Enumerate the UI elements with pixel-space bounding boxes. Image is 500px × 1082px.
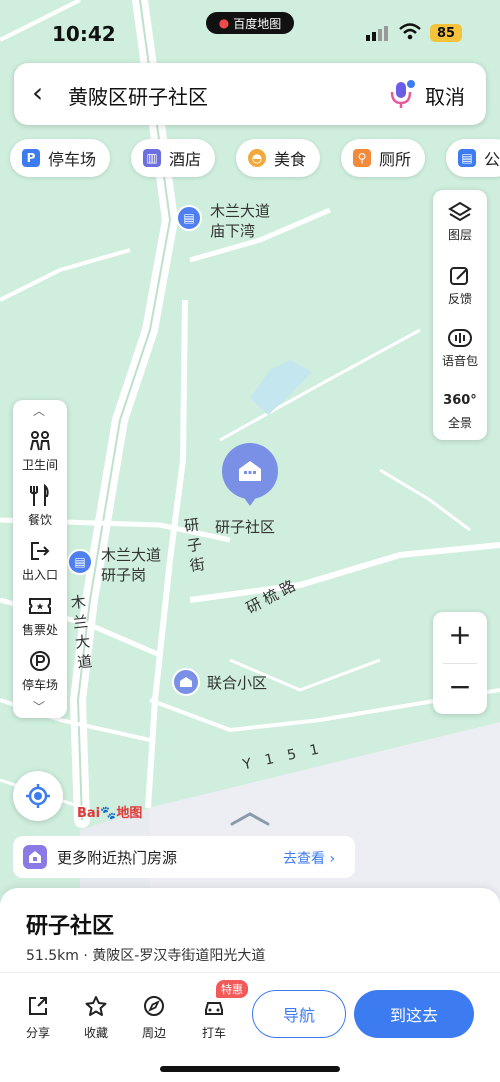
place-name: 研子社区: [26, 914, 115, 939]
house-lock-icon: [23, 845, 47, 869]
category-toilet[interactable]: ⚲ 厕所: [341, 139, 426, 177]
poi-label[interactable]: 联合小区: [207, 673, 267, 693]
favorite-button[interactable]: 收藏: [72, 994, 120, 1041]
search-query[interactable]: 黄陂区研子社区: [68, 81, 208, 110]
parking-icon: [13, 648, 67, 674]
ticket-icon: [13, 593, 67, 619]
feedback-button[interactable]: 反馈: [433, 264, 487, 307]
baidu-logo: Bai🐾地图: [77, 806, 143, 821]
zoom-divider: [443, 663, 477, 664]
banner-link[interactable]: 去查看 ›: [283, 848, 335, 868]
back-icon[interactable]: ‹: [32, 79, 43, 107]
map-pin-icon: ●: [218, 16, 230, 30]
fork-knife-icon: [13, 483, 67, 509]
sheet-divider: [0, 972, 500, 973]
category-bus[interactable]: ▤ 公: [446, 139, 500, 177]
home-indicator: [160, 1066, 340, 1072]
go-here-button[interactable]: 到这去: [354, 990, 474, 1038]
housing-banner[interactable]: 更多附近热门房源 去查看 ›: [13, 836, 355, 878]
taxi-promo-badge: 特惠: [216, 980, 248, 998]
map-tools-panel: 图层 反馈 语音包 360° 全景: [433, 190, 487, 440]
restroom-icon: [13, 428, 67, 454]
cancel-button[interactable]: 取消: [425, 81, 465, 110]
expand-sheet-icon[interactable]: [228, 810, 272, 828]
share-button[interactable]: 分享: [14, 994, 62, 1041]
wifi-icon: [398, 22, 422, 44]
target-marker-tail: [240, 492, 260, 506]
voice-pack-icon: [433, 326, 487, 350]
exit-icon: [13, 538, 67, 564]
panorama-icon: 360°: [443, 392, 477, 408]
chevron-up-icon[interactable]: ︿: [33, 402, 45, 419]
facility-restroom[interactable]: 卫生间: [13, 428, 67, 473]
app-badge[interactable]: ● 百度地图: [206, 12, 294, 34]
residence-icon[interactable]: [172, 668, 200, 696]
status-time: 10:42: [52, 22, 116, 46]
locate-icon: [26, 784, 50, 808]
facility-panel: ︿ 卫生间 餐饮 出入口 售票处 停车场 ﹀: [13, 400, 67, 718]
voice-pack-button[interactable]: 语音包: [433, 326, 487, 369]
star-icon: [72, 994, 120, 1018]
layers-button[interactable]: 图层: [433, 200, 487, 243]
food-icon: ◓: [248, 149, 266, 167]
category-hotel[interactable]: ▥ 酒店: [131, 139, 216, 177]
target-label[interactable]: 研子社区: [215, 517, 275, 537]
panorama-button[interactable]: 360° 全景: [433, 388, 487, 431]
share-icon: [14, 994, 62, 1018]
bus-icon: ▤: [458, 149, 476, 167]
hotel-icon: ▥: [143, 149, 161, 167]
facility-parking[interactable]: 停车场: [13, 648, 67, 693]
feedback-icon: [433, 264, 487, 288]
facility-dining[interactable]: 餐饮: [13, 483, 67, 528]
bus-stop-icon[interactable]: ▤: [67, 549, 93, 575]
facility-exit[interactable]: 出入口: [13, 538, 67, 583]
nearby-button[interactable]: 周边: [130, 994, 178, 1041]
navigate-button[interactable]: 导航: [252, 990, 346, 1038]
battery-indicator: 85: [430, 24, 462, 42]
banner-text: 更多附近热门房源: [57, 849, 178, 867]
category-parking[interactable]: P 停车场: [10, 139, 111, 177]
voice-mic-icon[interactable]: [388, 79, 416, 109]
signal-icon: [366, 26, 388, 41]
zoom-control: + −: [433, 612, 487, 714]
chevron-down-icon[interactable]: ﹀: [33, 698, 45, 715]
category-food[interactable]: ◓ 美食: [236, 139, 321, 177]
place-info: 51.5km · 黄陂区-罗汉寺街道阳光大道: [26, 948, 266, 964]
layers-icon: [433, 200, 487, 224]
locate-button[interactable]: [13, 771, 63, 821]
toilet-icon: ⚲: [353, 149, 371, 167]
bus-stop-label[interactable]: 木兰大道 研子岗: [101, 545, 161, 585]
zoom-in-button[interactable]: +: [433, 618, 487, 651]
bus-stop-label[interactable]: 木兰大道 庙下湾: [210, 201, 270, 241]
parking-icon: P: [22, 149, 40, 167]
facility-ticket[interactable]: 售票处: [13, 593, 67, 638]
bus-stop-icon[interactable]: ▤: [176, 205, 202, 231]
taxi-button[interactable]: 打车: [190, 994, 238, 1041]
zoom-out-button[interactable]: −: [433, 670, 487, 703]
target-marker-icon[interactable]: [222, 443, 278, 499]
search-bar[interactable]: ‹ 黄陂区研子社区 取消: [14, 63, 486, 125]
compass-icon: [130, 994, 178, 1018]
